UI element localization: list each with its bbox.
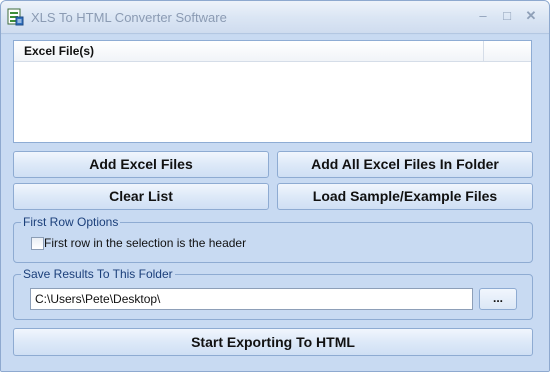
load-sample-files-button[interactable]: Load Sample/Example Files — [277, 183, 533, 210]
maximize-icon[interactable]: □ — [497, 7, 517, 25]
close-icon[interactable]: ✕ — [521, 7, 541, 25]
save-results-group: Save Results To This Folder C:\Users\Pet… — [13, 267, 533, 320]
app-icon — [7, 8, 24, 26]
clear-list-button[interactable]: Clear List — [13, 183, 269, 210]
start-export-button[interactable]: Start Exporting To HTML — [13, 328, 533, 356]
output-folder-input[interactable]: C:\Users\Pete\Desktop\ — [30, 288, 473, 310]
main-panel: Excel File(s) Add Excel Files Add All Ex… — [1, 35, 549, 371]
excel-file-list[interactable]: Excel File(s) — [13, 40, 532, 143]
browse-folder-button[interactable]: ... — [479, 288, 517, 310]
app-window: XLS To HTML Converter Software – □ ✕ Exc… — [0, 0, 550, 372]
header-row-checkbox-label[interactable]: First row in the selection is the header — [44, 236, 246, 250]
minimize-icon[interactable]: – — [473, 7, 493, 25]
header-row-checkbox[interactable] — [31, 237, 44, 250]
add-folder-files-button[interactable]: Add All Excel Files In Folder — [277, 151, 533, 178]
add-excel-files-button[interactable]: Add Excel Files — [13, 151, 269, 178]
column-header-excel-files[interactable]: Excel File(s) — [14, 41, 484, 62]
file-list-header: Excel File(s) — [14, 41, 531, 62]
first-row-options-group: First Row Options First row in the selec… — [13, 215, 533, 263]
save-results-legend: Save Results To This Folder — [21, 267, 175, 281]
window-title: XLS To HTML Converter Software — [31, 10, 227, 25]
title-bar[interactable]: XLS To HTML Converter Software – □ ✕ — [1, 1, 549, 34]
first-row-options-legend: First Row Options — [21, 215, 121, 229]
